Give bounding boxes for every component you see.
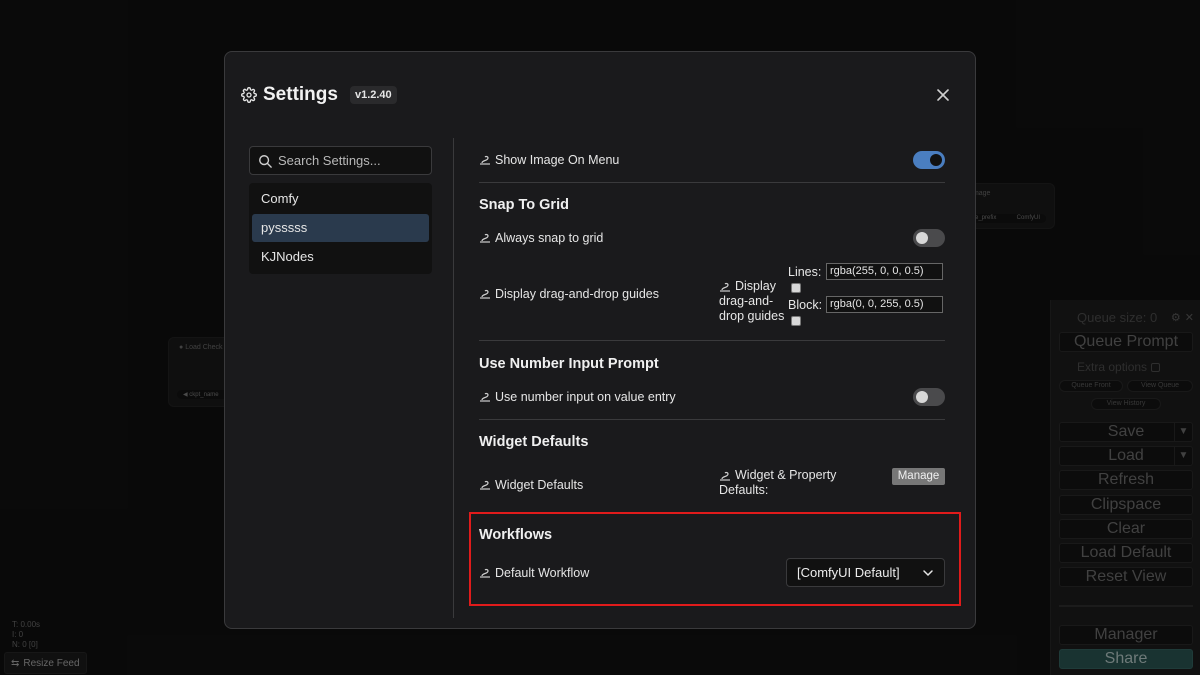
search-input[interactable] xyxy=(278,153,418,168)
section-title-number-input: Use Number Input Prompt xyxy=(479,356,659,372)
lines-label: Lines: xyxy=(788,265,822,279)
block-checkbox[interactable] xyxy=(791,316,801,326)
search-icon xyxy=(259,154,272,168)
category-item-pysssss[interactable]: pysssss xyxy=(252,214,429,242)
section-title-widget-defaults: Widget Defaults xyxy=(479,434,589,450)
block-color-input[interactable]: rgba(0, 0, 255, 0.5) xyxy=(826,296,943,313)
python-snake-icon xyxy=(480,289,490,299)
python-snake-icon xyxy=(480,480,490,490)
drag-drop-guides-options: Display drag-and- drop guides Lines: rgb… xyxy=(719,263,945,326)
setting-always-snap: Always snap to grid xyxy=(479,228,945,248)
always-snap-toggle[interactable] xyxy=(913,229,945,247)
highlight-box xyxy=(469,512,961,606)
widget-property-defaults-label: Widget & Property Defaults: xyxy=(719,468,837,497)
manage-button[interactable]: Manage xyxy=(892,468,945,485)
show-image-on-menu-toggle[interactable] xyxy=(913,151,945,169)
vertical-divider xyxy=(453,138,454,618)
gear-icon xyxy=(241,87,257,103)
settings-dialog: Settings v1.2.40 Comfy pysssss KJNodes S… xyxy=(224,51,976,629)
python-snake-icon xyxy=(480,155,490,165)
block-label: Block: xyxy=(788,298,823,312)
section-title-snap-to-grid: Snap To Grid xyxy=(479,197,569,213)
number-input-toggle[interactable] xyxy=(913,388,945,406)
search-settings[interactable] xyxy=(249,146,432,175)
category-item-comfy[interactable]: Comfy xyxy=(252,185,429,213)
setting-show-image-on-menu: Show Image On Menu xyxy=(479,150,945,170)
version-badge: v1.2.40 xyxy=(349,86,397,104)
close-icon[interactable] xyxy=(935,87,951,103)
setting-widget-defaults: Widget Defaults Widget & Property Defaul… xyxy=(479,466,945,500)
divider xyxy=(479,182,945,183)
dialog-title: Settings xyxy=(263,84,338,105)
divider xyxy=(479,340,945,341)
dialog-header: Settings v1.2.40 xyxy=(241,84,397,106)
divider xyxy=(479,419,945,420)
setting-drag-drop-guides: Display drag-and-drop guides Display dra… xyxy=(479,260,945,326)
setting-number-input: Use number input on value entry xyxy=(479,387,945,407)
lines-checkbox[interactable] xyxy=(791,283,801,293)
lines-color-input[interactable]: rgba(255, 0, 0, 0.5) xyxy=(826,263,943,280)
category-item-kjnodes[interactable]: KJNodes xyxy=(252,243,429,271)
python-snake-icon xyxy=(480,233,490,243)
python-snake-icon xyxy=(480,392,490,402)
python-snake-icon xyxy=(720,282,730,292)
category-list: Comfy pysssss KJNodes xyxy=(249,183,432,274)
python-snake-icon xyxy=(720,471,730,481)
